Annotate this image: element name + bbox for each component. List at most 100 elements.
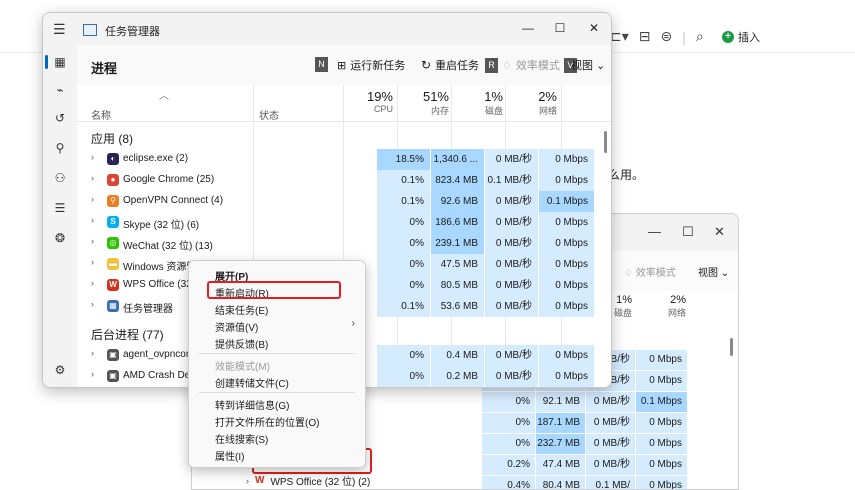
scrollbar[interactable] [604, 131, 607, 153]
restart-task-button[interactable]: ↻ 重启任务 [421, 57, 479, 73]
openvpn-icon: ⚲ [107, 195, 119, 207]
maximize-button[interactable]: ☐ [682, 224, 694, 240]
align-right-icon[interactable]: ⊜ [661, 28, 673, 45]
explorer-icon: ▬ [107, 258, 119, 270]
disk-cell: 0 MB/秒 [586, 392, 635, 412]
chevron-right-icon[interactable]: › [91, 278, 94, 288]
net-cell: 0 Mbps [636, 371, 687, 391]
net-cell: 0 Mbps [636, 413, 687, 433]
chevron-right-icon[interactable]: › [91, 194, 94, 204]
mem-cell: 0.2 MB [431, 366, 484, 387]
cpu-cell: 0.2% [482, 455, 535, 475]
process-name: agent_ovpncon [123, 349, 192, 360]
disk-cell: 0 MB/秒 [586, 413, 635, 433]
restart-icon: ↻ [421, 58, 432, 72]
cpu-cell: 0% [377, 366, 430, 387]
close-button[interactable]: ✕ [583, 17, 605, 39]
mem-cell: 232.7 MB [536, 434, 585, 454]
sidebar-active-indicator [45, 55, 48, 69]
name-column-header[interactable]: 名称 [91, 107, 111, 122]
mem-cell: 47.4 MB [536, 455, 585, 475]
process-name: Google Chrome (25) [123, 174, 215, 185]
cpu-cell: 0% [377, 233, 430, 254]
process-row[interactable]: › ◎ WeChat (32 位) (13) 0% 239.1 MB 0 MB/秒 0 Mb… [77, 233, 611, 254]
n-key-badge: N [315, 57, 328, 72]
chevron-right-icon[interactable]: › [91, 257, 94, 267]
cpu-column-header[interactable]: 19% CPU [343, 89, 393, 114]
disk-column-header[interactable]: 1% 磁盘 [453, 89, 503, 117]
chevron-right-icon[interactable]: › [91, 215, 94, 225]
minimize-button[interactable]: — [517, 17, 539, 39]
process-row[interactable]: › ● Google Chrome (25) 0.1% 823.4 MB 0.1 MB/秒… [77, 170, 611, 191]
align-left-icon[interactable]: ⊟ [639, 28, 651, 45]
menu-item-resource-values[interactable]: 资源值(V) [215, 319, 258, 334]
cpu-cell: 0% [482, 392, 535, 412]
menu-item-go-to-details[interactable]: 转到详细信息(G) [215, 397, 289, 412]
status-column-header[interactable]: 状态 [259, 107, 279, 122]
process-row[interactable]: › S Skype (32 位) (6) 0% 186.6 MB 0 MB/秒 0 Mbps [77, 212, 611, 233]
wechat-icon: ◎ [107, 237, 119, 249]
network-column-header[interactable]: 2% 网络 [507, 89, 557, 117]
sort-caret-icon: ︿ [159, 91, 169, 102]
disk-cell: 0 MB/秒 [485, 366, 538, 387]
search-icon[interactable]: ⌕ [696, 28, 704, 45]
processes-icon[interactable]: ▦ [51, 53, 69, 71]
net-cell: 0 Mbps [636, 455, 687, 475]
view-menu-button[interactable]: 视图 ⌄ [571, 57, 605, 73]
net-cell: 0 Mbps [539, 366, 594, 387]
efficiency-mode-button[interactable]: R ♢ 效率模式 V [485, 57, 577, 73]
menu-separator [199, 353, 355, 354]
users-icon[interactable]: ⚇ [51, 169, 69, 187]
details-icon[interactable]: ☰ [51, 199, 69, 217]
disk-cell: 0.1 MB/秒 [485, 170, 538, 191]
mem-cell: 92.1 MB [536, 392, 585, 412]
chevron-right-icon[interactable]: › [91, 299, 94, 309]
apps-group-title: 应用 (8) [91, 132, 134, 146]
menu-item-feedback[interactable]: 提供反馈(B) [215, 336, 268, 351]
hamburger-menu-icon[interactable]: ☰ [53, 21, 66, 38]
plus-circle-icon: + [722, 31, 734, 43]
maximize-button[interactable]: ☐ [549, 17, 571, 39]
cpu-cell: 0.1% [377, 191, 430, 212]
chevron-right-icon[interactable]: › [91, 236, 94, 246]
menu-item-search-online[interactable]: 在线搜索(S) [215, 431, 268, 446]
close-button[interactable]: ✕ [714, 224, 725, 240]
menu-item-create-dump[interactable]: 创建转储文件(C) [215, 375, 289, 390]
app-history-icon[interactable]: ↺ [51, 109, 69, 127]
eclipse-icon: ◐ [107, 153, 119, 165]
taskmgr-icon: ▦ [107, 300, 119, 312]
net-cell: 0 Mbps [636, 350, 687, 370]
menu-item-end-task[interactable]: 结束任务(E) [215, 302, 268, 317]
cpu-cell: 18.5% [377, 149, 430, 170]
menu-item-properties[interactable]: 属性(I) [215, 448, 244, 463]
net-cell: 0 Mbps [636, 434, 687, 454]
efficiency-mode-button[interactable]: ♢ 效率模式 [624, 264, 676, 279]
disk-cell: 0 MB/秒 [586, 434, 635, 454]
disk-cell: 0 MB/秒 [485, 149, 538, 170]
process-name: eclipse.exe (2) [123, 153, 189, 164]
cpu-cell: 0% [377, 212, 430, 233]
network-column-header[interactable]: 2% 网络 [658, 294, 686, 319]
chevron-right-icon[interactable]: › [91, 173, 94, 183]
menu-item-open-file-location[interactable]: 打开文件所在的位置(O) [215, 414, 319, 429]
process-name: Windows 资源管 [123, 262, 197, 273]
chevron-right-icon[interactable]: › [91, 369, 94, 379]
startup-apps-icon[interactable]: ⚲ [51, 139, 69, 157]
process-row[interactable]: › ◐ eclipse.exe (2) 18.5% 1,340.6 ... 0 MB/秒 0… [77, 149, 611, 170]
memory-column-header[interactable]: 51% 内存 [399, 89, 449, 117]
mem-cell: 80.5 MB [431, 275, 484, 296]
chevron-right-icon[interactable]: › [91, 152, 94, 162]
process-name: WPS Office (32 [123, 279, 192, 290]
view-menu-button[interactable]: 视图 ⌄ [698, 264, 729, 279]
performance-icon[interactable]: ⌁ [51, 81, 69, 99]
insert-button[interactable]: + 插入 [722, 29, 760, 45]
process-name: AMD Crash De [123, 370, 191, 381]
settings-gear-icon[interactable]: ⚙ [51, 361, 69, 379]
indent-dropdown-icon[interactable]: ⊏▾ [610, 28, 629, 45]
minimize-button[interactable]: — [648, 224, 661, 239]
services-icon[interactable]: ❂ [51, 229, 69, 247]
chevron-right-icon[interactable]: › [91, 348, 94, 358]
disk-cell: 0 MB/秒 [485, 296, 538, 317]
process-row[interactable]: › ⚲ OpenVPN Connect (4) 0.1% 92.6 MB 0 MB/秒 0.… [77, 191, 611, 212]
run-new-task-button[interactable]: ⊞ 运行新任务 [337, 57, 405, 73]
